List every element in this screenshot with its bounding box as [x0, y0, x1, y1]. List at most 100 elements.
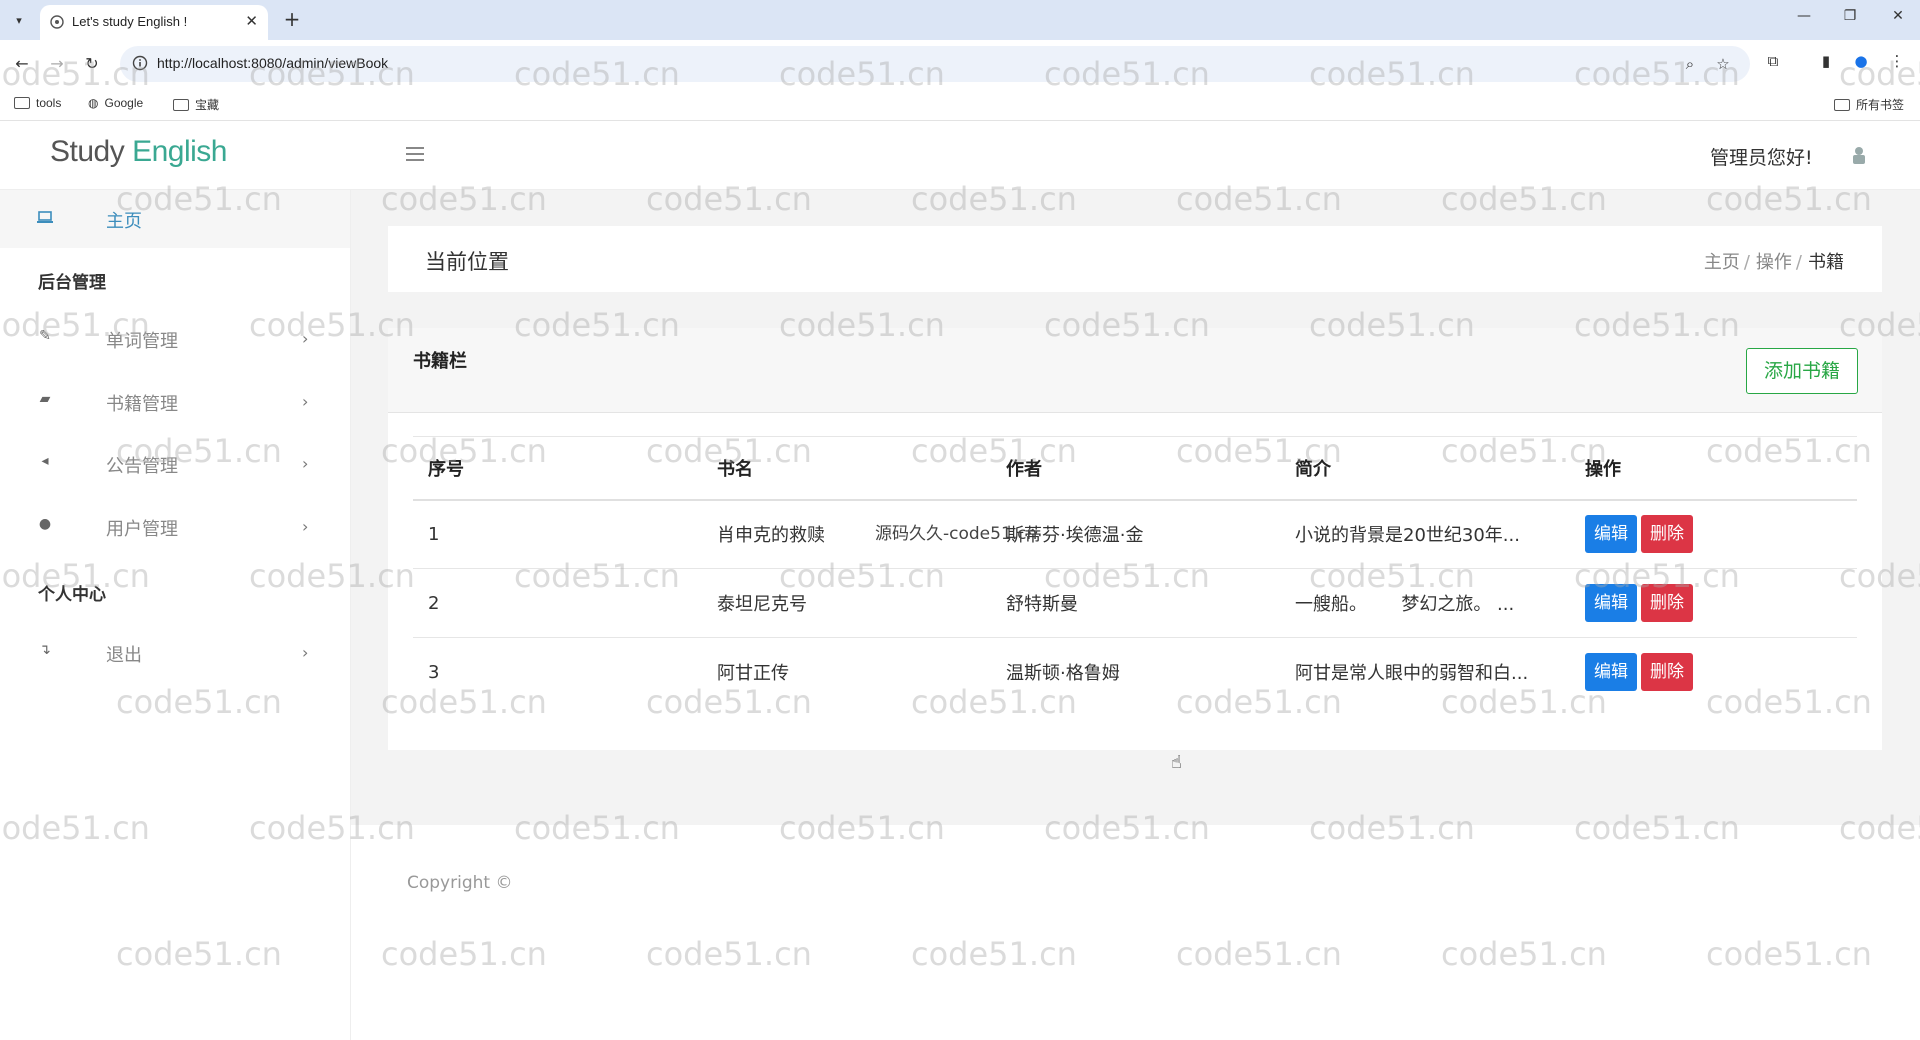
column-header-author: 作者 [1006, 458, 1042, 480]
menu-toggle-icon[interactable] [406, 147, 424, 161]
page-bottom [351, 940, 1920, 1040]
all-bookmarks[interactable]: 所有书签 [1834, 96, 1904, 113]
sidepanel-icon[interactable]: ▮ [1815, 50, 1837, 72]
cell-id: 3 [428, 661, 440, 683]
edit-button[interactable]: 编辑 [1585, 515, 1637, 554]
table-row: 2 泰坦尼克号 舒特斯曼 一艘船。 梦幻之旅。 ... 编辑 删除 [413, 569, 1857, 638]
cell-id: 1 [428, 523, 440, 545]
extensions-icon[interactable]: ⧉ [1762, 50, 1784, 72]
site-info-icon[interactable] [132, 55, 148, 71]
book-table: 序号 书名 作者 简介 操作 1 肖申克的救赎 斯蒂芬·埃德温·金 小说的背景是… [413, 436, 1857, 707]
delete-button[interactable]: 删除 [1641, 584, 1693, 622]
watermark-overlay-text: 源码久久-code51.cn [875, 524, 1038, 544]
breadcrumb-card: 当前位置 主页 / 操作 / 书籍 [388, 226, 1882, 292]
edit-icon: ✎ [39, 328, 51, 344]
new-tab-icon[interactable]: + [280, 8, 304, 32]
logo-part2: English [132, 135, 227, 168]
delete-button[interactable]: 删除 [1641, 515, 1693, 554]
add-book-button[interactable]: 添加书籍 [1746, 348, 1858, 394]
breadcrumb: 主页 / 操作 / 书籍 [1703, 252, 1844, 273]
close-tab-icon[interactable]: ✕ [245, 12, 258, 30]
app-header: Study English 管理员您好! [0, 121, 1920, 190]
menu-icon[interactable]: ⋮ [1886, 50, 1908, 72]
table-row: 1 肖申克的救赎 斯蒂芬·埃德温·金 小说的背景是20世纪30年... 编辑 删除 [413, 500, 1857, 569]
volume-icon: ◂ [41, 453, 49, 469]
cell-id: 2 [428, 592, 440, 614]
bookmark-label: Google [104, 96, 144, 110]
user-icon: ● [38, 516, 52, 532]
back-icon[interactable]: ← [10, 52, 34, 76]
bookmark-star-icon[interactable]: ☆ [1713, 54, 1733, 74]
user-lock-icon[interactable] [1850, 145, 1868, 165]
logout-icon: ↴ [39, 642, 51, 658]
window-close-icon[interactable]: ✕ [1886, 8, 1910, 24]
reload-icon[interactable]: ↻ [80, 52, 104, 76]
chevron-right-icon: › [302, 643, 309, 662]
admin-greeting: 管理员您好! [1710, 147, 1813, 169]
sidebar-item-home[interactable]: 主页 [0, 190, 350, 248]
bookmark-google[interactable]: ◍ Google [88, 96, 143, 110]
browser-toolbar: ← → ↻ http://localhost:8080/admin/viewBo… [0, 40, 1920, 88]
book-icon: ▰ [39, 391, 51, 407]
google-icon: ◍ [88, 96, 99, 110]
card-header: 书籍栏 添加书籍 [388, 328, 1882, 413]
chevron-right-icon: › [302, 392, 309, 411]
sidebar-item-logout[interactable]: ↴ 退出 › [0, 624, 350, 682]
sidebar-label: 退出 [106, 645, 142, 666]
sidebar-label: 公告管理 [106, 456, 178, 477]
forward-icon[interactable]: → [45, 52, 69, 76]
cell-intro: 阿甘是常人眼中的弱智和白... [1295, 663, 1529, 685]
folder-icon [14, 97, 30, 109]
sidebar-label: 用户管理 [106, 519, 178, 540]
footer: Copyright © [351, 825, 1920, 940]
column-header-intro: 简介 [1295, 458, 1331, 480]
restore-icon[interactable]: ❐ [1838, 8, 1862, 24]
bookmark-label: tools [36, 96, 62, 110]
logo-part1: Study [50, 135, 125, 168]
copyright-text: Copyright © [407, 873, 513, 893]
mouse-cursor-icon: ☝ [1171, 752, 1182, 773]
column-header-actions: 操作 [1585, 458, 1621, 480]
current-location-title: 当前位置 [425, 250, 509, 274]
sidebar-item-users[interactable]: ● 用户管理 › [0, 498, 350, 556]
sidebar-label: 主页 [106, 211, 142, 232]
sidebar-item-notices[interactable]: ◂ 公告管理 › [0, 435, 350, 493]
bookmark-label: 所有书签 [1856, 98, 1905, 112]
cell-actions: 编辑 删除 [1570, 569, 1857, 638]
zoom-icon[interactable]: ⌕ [1680, 54, 1700, 74]
book-table-card: 书籍栏 添加书籍 序号 书名 作者 简介 操作 1 肖申克的救赎 斯蒂芬·埃德温… [388, 328, 1882, 750]
browser-tab[interactable]: Let's study English ! ✕ [40, 5, 268, 40]
cell-intro: 小说的背景是20世纪30年... [1295, 525, 1520, 547]
bookmark-tools[interactable]: tools [14, 96, 61, 110]
laptop-icon [37, 211, 53, 223]
cell-author: 舒特斯曼 [1006, 594, 1078, 615]
cell-intro: 一艘船。 梦幻之旅。 ... [1295, 594, 1515, 615]
logo[interactable]: Study English [50, 135, 227, 169]
url-text: http://localhost:8080/admin/viewBook [157, 55, 389, 71]
card-title: 书籍栏 [413, 351, 467, 372]
breadcrumb-current: 书籍 [1808, 252, 1844, 273]
breadcrumb-operation[interactable]: 操作 [1756, 252, 1792, 273]
cell-name: 阿甘正传 [717, 663, 789, 685]
sidebar-label: 书籍管理 [106, 394, 178, 415]
delete-button[interactable]: 删除 [1641, 653, 1693, 692]
address-bar[interactable]: http://localhost:8080/admin/viewBook ⌕ ☆ [120, 46, 1750, 82]
cell-author: 温斯顿·格鲁姆 [1006, 663, 1120, 685]
bookmark-treasure[interactable]: 宝藏 [173, 96, 219, 113]
edit-button[interactable]: 编辑 [1585, 584, 1637, 622]
edit-button[interactable]: 编辑 [1585, 653, 1637, 692]
cell-actions: 编辑 删除 [1570, 500, 1857, 569]
sidebar-item-words[interactable]: ✎ 单词管理 › [0, 310, 350, 368]
profile-icon[interactable]: ● [1850, 50, 1872, 72]
column-header-name: 书名 [717, 458, 753, 480]
tab-title: Let's study English ! [72, 14, 188, 29]
section-header-personal: 个人中心 [38, 585, 106, 605]
sidebar-item-books[interactable]: ▰ 书籍管理 › [0, 373, 350, 431]
minimize-icon[interactable]: — [1792, 8, 1816, 24]
section-header-admin: 后台管理 [38, 273, 106, 293]
breadcrumb-home[interactable]: 主页 [1704, 252, 1740, 273]
tab-search-icon[interactable]: ▾ [8, 9, 30, 31]
chevron-right-icon: › [302, 329, 309, 348]
table-row: 3 阿甘正传 温斯顿·格鲁姆 阿甘是常人眼中的弱智和白... 编辑 删除 [413, 638, 1857, 707]
bookmarks-bar: tools ◍ Google 宝藏 所有书签 [0, 88, 1920, 121]
